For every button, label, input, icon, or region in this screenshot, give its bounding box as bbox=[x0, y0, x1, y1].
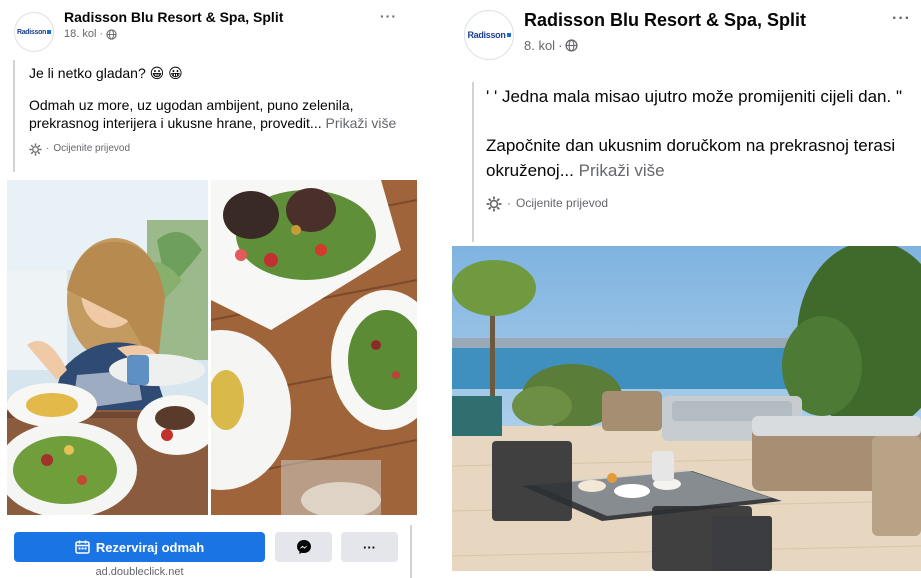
post-line1: Je li netko gladan? 😀 😀 bbox=[29, 65, 183, 81]
more-dots-icon: ··· bbox=[363, 539, 376, 555]
globe-icon bbox=[106, 28, 117, 40]
post-quote: ' ' Jedna mala misao ujutro može promije… bbox=[486, 87, 902, 106]
meta-separator: · bbox=[99, 28, 104, 40]
photo-food-plates-image bbox=[211, 180, 417, 515]
post-left: Radisson Radisson Blu Resort & Spa, Spli… bbox=[0, 0, 420, 578]
timestamp[interactable]: 8. kol bbox=[524, 38, 555, 53]
photo-terrace[interactable] bbox=[452, 246, 921, 571]
translate-link[interactable]: Ocijenite prijevod bbox=[516, 191, 608, 216]
post-options-button[interactable]: ··· bbox=[892, 10, 911, 28]
meta-separator: · bbox=[558, 38, 563, 53]
post-options-button[interactable]: ··· bbox=[380, 8, 397, 24]
logo-dot bbox=[47, 30, 52, 34]
timestamp[interactable]: 18. kol bbox=[64, 28, 96, 40]
translate-link[interactable]: Ocijenite prijevod bbox=[53, 140, 130, 158]
divider bbox=[410, 525, 412, 578]
post-text: ' ' Jedna mala misao ujutro može promije… bbox=[472, 82, 921, 242]
post-body: Odmah uz more, uz ugodan ambijent, puno … bbox=[29, 96, 401, 132]
post-body-text: Započnite dan ukusnim doručkom na prekra… bbox=[486, 136, 896, 180]
translate-separator: · bbox=[507, 196, 511, 210]
post-text: Je li netko gladan? 😀 😀 Odmah uz more, u… bbox=[13, 60, 401, 172]
gear-icon[interactable] bbox=[29, 142, 42, 156]
post-body: Započnite dan ukusnim doručkom na prekra… bbox=[486, 133, 921, 183]
globe-icon bbox=[565, 39, 578, 52]
page-name[interactable]: Radisson Blu Resort & Spa, Split bbox=[524, 10, 806, 31]
post-right: Radisson Radisson Blu Resort & Spa, Spli… bbox=[452, 0, 921, 578]
photo-food-plates[interactable] bbox=[211, 180, 417, 515]
post-body-text: Odmah uz more, uz ugodan ambijent, puno … bbox=[29, 97, 354, 131]
ad-domain[interactable]: ad.doubleclick.net bbox=[14, 566, 265, 578]
photo-woman-eating[interactable] bbox=[7, 180, 208, 515]
page-name[interactable]: Radisson Blu Resort & Spa, Split bbox=[64, 9, 283, 25]
photo-woman-eating-image bbox=[7, 180, 208, 515]
translate-separator: · bbox=[46, 143, 50, 154]
see-more-link[interactable]: Prikaži više bbox=[579, 161, 665, 180]
avatar-logo-text: Radisson bbox=[467, 30, 506, 40]
see-more-link[interactable]: Prikaži više bbox=[326, 115, 397, 131]
avatar-logo-text: Radisson bbox=[16, 28, 47, 36]
page-avatar[interactable]: Radisson bbox=[14, 12, 54, 52]
gear-icon[interactable] bbox=[486, 196, 502, 212]
translate-row: · Ocijenite prijevod bbox=[29, 140, 401, 158]
logo-dot bbox=[506, 33, 511, 37]
messenger-button[interactable] bbox=[275, 532, 332, 562]
post-meta: 8. kol · bbox=[524, 38, 578, 53]
more-options-button[interactable]: ··· bbox=[341, 532, 398, 562]
messenger-icon bbox=[296, 540, 311, 554]
photo-terrace-image bbox=[452, 246, 921, 571]
translate-row: · Ocijenite prijevod bbox=[486, 191, 921, 216]
post-meta: 18. kol · bbox=[64, 28, 117, 40]
book-now-button[interactable]: Rezerviraj odmah bbox=[14, 532, 265, 562]
calendar-icon bbox=[75, 540, 90, 554]
page-avatar[interactable]: Radisson bbox=[464, 10, 514, 60]
book-now-label: Rezerviraj odmah bbox=[95, 539, 205, 555]
